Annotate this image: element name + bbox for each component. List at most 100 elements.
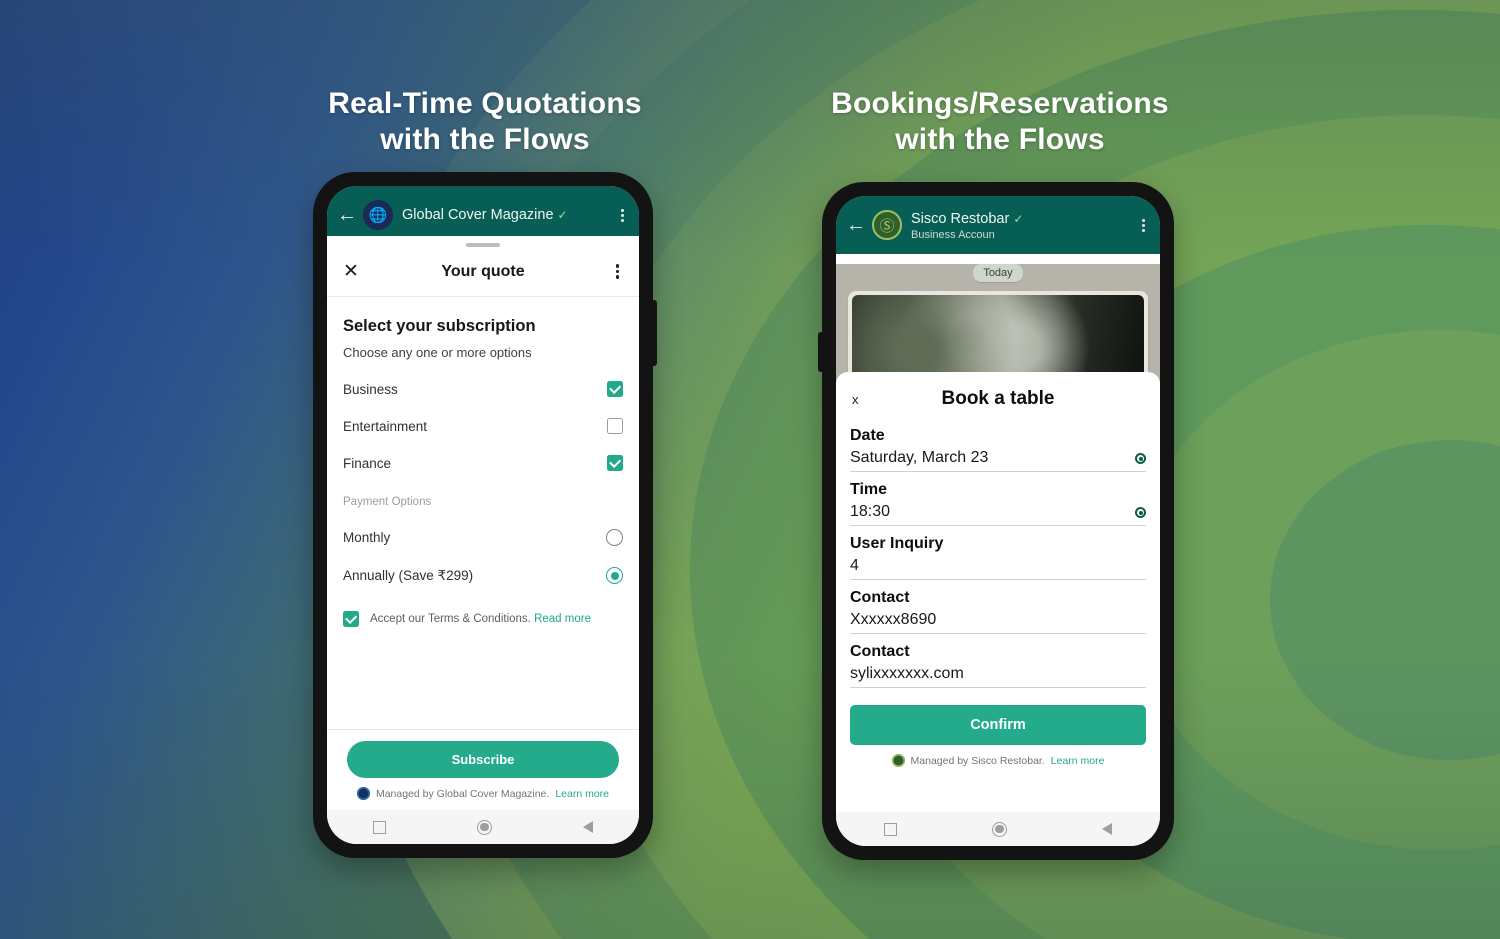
payment-row-annually[interactable]: Annually (Save ₹299) <box>343 567 623 584</box>
verified-badge-icon: ✓ <box>1013 211 1024 226</box>
kebab-menu-icon[interactable] <box>597 262 623 281</box>
headline-right: Bookings/Reservations with the Flows <box>831 87 1169 156</box>
chat-title-block: Sisco Restobar ✓ Business Accoun <box>911 210 1136 241</box>
quote-form: Select your subscription Choose any one … <box>327 297 639 729</box>
quote-sheet: ✕ Your quote Select your subscription Ch… <box>327 236 639 810</box>
field-label: Contact <box>850 589 910 606</box>
payment-label: Monthly <box>343 530 391 545</box>
managed-by-note: Managed by Sisco Restobar. Learn more <box>850 745 1146 771</box>
option-row-business[interactable]: Business <box>343 381 623 397</box>
field-value-row[interactable]: 4 <box>850 557 1146 580</box>
chat-subtitle: Business Accoun <box>911 228 995 241</box>
phone-left-screen: ← 🌐 Global Cover Magazine ✓ ✕ Your quote … <box>327 186 639 844</box>
book-table-sheet: x Book a table Date Saturday, March 23 T… <box>836 372 1160 812</box>
phone-right-screen: ← Ⓢ Sisco Restobar ✓ Business Accoun Toda… <box>836 196 1160 846</box>
kebab-menu-icon[interactable] <box>615 207 629 224</box>
field-value: sylixxxxxxx.com <box>850 665 964 682</box>
chat-title: Sisco Restobar ✓ <box>911 210 1024 227</box>
field-value: 18:30 <box>850 503 891 520</box>
field-value-row[interactable]: Xxxxxx8690 <box>850 611 1146 634</box>
chat-header-right: ← Ⓢ Sisco Restobar ✓ Business Accoun <box>836 196 1160 254</box>
field-value-row[interactable]: Saturday, March 23 <box>850 449 1146 472</box>
kebab-menu-icon[interactable] <box>1136 217 1150 234</box>
square-recents-icon[interactable] <box>372 820 386 834</box>
phone-side-button[interactable] <box>818 332 824 372</box>
field-label: Contact <box>850 643 910 660</box>
chat-title: Global Cover Magazine ✓ <box>402 207 568 223</box>
verified-badge-icon: ✓ <box>557 208 568 222</box>
background <box>0 0 1500 939</box>
read-more-link[interactable]: Read more <box>534 613 591 625</box>
phone-left: ← 🌐 Global Cover Magazine ✓ ✕ Your quote … <box>313 172 657 858</box>
field-value-row[interactable]: 18:30 <box>850 503 1146 526</box>
option-label: Entertainment <box>343 418 428 434</box>
booking-fields: Date Saturday, March 23 Time 18:30 User … <box>836 416 1160 688</box>
learn-more-link[interactable]: Learn more <box>555 788 609 800</box>
option-row-finance[interactable]: Finance <box>343 455 623 471</box>
managed-text: Managed by Global Cover Magazine. <box>375 787 550 800</box>
chat-title-block: Global Cover Magazine ✓ <box>402 206 615 224</box>
phone-right: ← Ⓢ Sisco Restobar ✓ Business Accoun Toda… <box>818 182 1174 860</box>
field-user-inquiry: User Inquiry 4 <box>850 535 1146 580</box>
phone-side-button[interactable] <box>651 300 657 366</box>
field-value-row[interactable]: sylixxxxxxx.com <box>850 665 1146 688</box>
payment-section-label: Payment Options <box>343 496 432 508</box>
back-arrow-icon[interactable]: ← <box>846 215 866 235</box>
field-contact-phone: Contact Xxxxxx8690 <box>850 589 1146 634</box>
managed-text: Managed by Sisco Restobar. <box>910 754 1045 767</box>
form-subheading: Choose any one or more options <box>343 345 532 360</box>
globe-avatar-icon[interactable]: 🌐 <box>363 200 393 230</box>
option-label: Finance <box>343 455 392 471</box>
field-value: Saturday, March 23 <box>850 449 989 466</box>
field-contact-email: Contact sylixxxxxxx.com <box>850 643 1146 688</box>
confirm-button[interactable]: Confirm <box>850 705 1146 745</box>
sheet-header: x Book a table <box>836 372 1160 416</box>
field-label: User Inquiry <box>850 535 944 552</box>
background-shade <box>0 0 1500 939</box>
terms-row[interactable]: Accept our Terms & Conditions. Read more <box>343 611 623 627</box>
radio-annually[interactable] <box>606 567 623 584</box>
back-arrow-icon[interactable]: ← <box>337 205 357 225</box>
option-row-entertainment[interactable]: Entertainment <box>343 418 623 434</box>
triangle-back-icon[interactable] <box>583 821 594 833</box>
checkbox-entertainment[interactable] <box>607 418 623 434</box>
square-recents-icon[interactable] <box>883 822 897 836</box>
field-label: Date <box>850 427 885 444</box>
checkbox-finance[interactable] <box>607 455 623 471</box>
circle-home-icon[interactable] <box>991 821 1007 837</box>
restobar-logo-icon[interactable]: Ⓢ <box>872 210 902 240</box>
triangle-back-icon[interactable] <box>1102 823 1113 835</box>
day-chip: Today <box>973 264 1023 282</box>
terms-text: Accept our Terms & Conditions. Read more <box>370 613 591 625</box>
option-label: Business <box>343 381 398 397</box>
field-time: Time 18:30 <box>850 481 1146 526</box>
field-value: 4 <box>850 557 859 574</box>
headline-left: Real-Time Quotations with the Flows <box>328 87 642 156</box>
sheet-title: Your quote <box>441 262 525 280</box>
field-indicator-icon[interactable] <box>1135 453 1146 464</box>
payment-row-monthly[interactable]: Monthly <box>343 529 623 546</box>
globe-badge-icon <box>356 787 370 800</box>
circle-home-icon[interactable] <box>476 819 492 835</box>
field-label: Time <box>850 481 888 498</box>
checkbox-terms[interactable] <box>343 611 359 627</box>
confirm-footer: Confirm Managed by Sisco Restobar. Learn… <box>836 688 1160 771</box>
field-value: Xxxxxx8690 <box>850 611 937 628</box>
restobar-badge-icon <box>891 754 905 767</box>
close-icon[interactable]: x <box>852 392 876 407</box>
sheet-title: Book a table <box>941 388 1055 409</box>
sheet-footer: Subscribe Managed by Global Cover Magazi… <box>327 730 639 810</box>
form-heading: Select your subscription <box>343 317 536 335</box>
radio-monthly[interactable] <box>606 529 623 546</box>
android-nav-bar-left <box>327 810 639 844</box>
managed-by-note: Managed by Global Cover Magazine. Learn … <box>347 778 619 804</box>
android-nav-bar-right <box>836 812 1160 846</box>
close-icon[interactable]: ✕ <box>343 260 369 283</box>
subscribe-button[interactable]: Subscribe <box>347 741 619 778</box>
learn-more-link[interactable]: Learn more <box>1051 755 1105 767</box>
sheet-header: ✕ Your quote <box>327 247 639 296</box>
field-indicator-icon[interactable] <box>1135 507 1146 518</box>
payment-label: Annually (Save ₹299) <box>343 567 474 583</box>
checkbox-business[interactable] <box>607 381 623 397</box>
field-date: Date Saturday, March 23 <box>850 427 1146 472</box>
